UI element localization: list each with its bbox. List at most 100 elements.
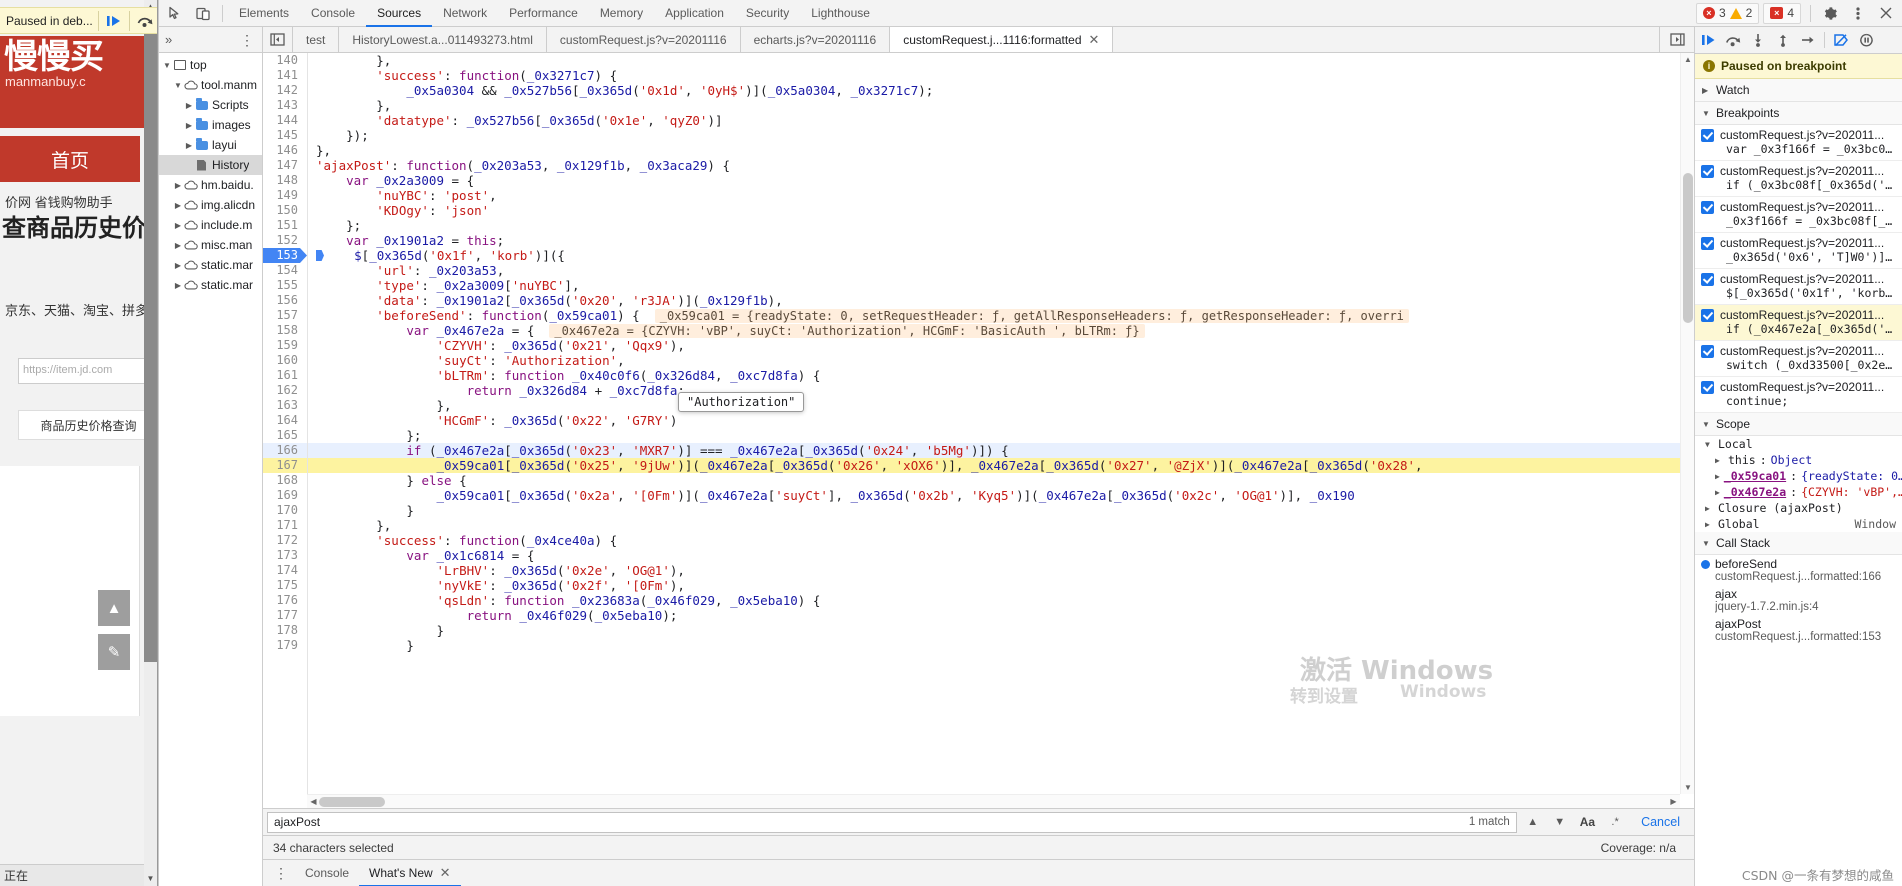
resume-script-icon[interactable] xyxy=(104,11,124,31)
code-line[interactable]: 178 } xyxy=(263,623,1680,638)
code-line[interactable]: 162 return _0x326d84 + _0xc7d8fa; xyxy=(263,383,1680,398)
breakpoint-item[interactable]: customRequest.js?v=202011... if (_0x467e2… xyxy=(1695,305,1902,341)
code-line[interactable]: 175 'nyVkE': _0x365d('0x2f', '[0Fm'), xyxy=(263,578,1680,593)
tab-elements[interactable]: Elements xyxy=(228,0,300,27)
step-over-button[interactable] xyxy=(1721,28,1745,52)
code-line[interactable]: 179 } xyxy=(263,638,1680,653)
code-line[interactable]: 170 } xyxy=(263,503,1680,518)
close-icon[interactable] xyxy=(1872,1,1900,26)
line-number[interactable]: 152 xyxy=(263,233,307,248)
line-number[interactable]: 170 xyxy=(263,503,307,518)
price-history-query-button[interactable]: 商品历史价格查询 xyxy=(18,410,157,440)
code-line[interactable]: 152 var _0x1901a2 = this; xyxy=(263,233,1680,248)
chevron-right-icon[interactable]: ▶ xyxy=(173,201,183,210)
breakpoint-item[interactable]: customRequest.js?v=202011... var _0x3f166… xyxy=(1695,125,1902,161)
line-number[interactable]: 146 xyxy=(263,143,307,158)
breakpoint-item[interactable]: customRequest.js?v=202011... switch (_0xd… xyxy=(1695,341,1902,377)
breakpoint-checkbox[interactable] xyxy=(1701,344,1714,358)
tree-item-img-alicdn[interactable]: ▶ img.alicdn xyxy=(159,195,262,215)
code-line[interactable]: 146}, xyxy=(263,143,1680,158)
close-icon[interactable]: ✕ xyxy=(1089,32,1100,48)
line-number[interactable]: 144 xyxy=(263,113,307,128)
scope-variable[interactable]: ▶ _0x59ca01: {readyState: 0… xyxy=(1695,468,1902,484)
chevron-right-icon[interactable]: ▶ xyxy=(184,121,194,130)
nav-home-button[interactable]: 首页 xyxy=(0,136,140,182)
editor-horizontal-scrollbar[interactable]: ◀ ▶ xyxy=(307,794,1680,808)
breakpoint-item[interactable]: customRequest.js?v=202011... continue; xyxy=(1695,377,1902,413)
kebab-menu-icon[interactable] xyxy=(1844,1,1872,26)
code-line[interactable]: 160 'suyCt': 'Authorization', xyxy=(263,353,1680,368)
code-line[interactable]: 150 'KDOgy': 'json' xyxy=(263,203,1680,218)
code-line[interactable]: 169 _0x59ca01[_0x365d('0x2a', '[0Fm')](_… xyxy=(263,488,1680,503)
drawer-tab-console[interactable]: Console xyxy=(295,860,359,886)
kebab-menu-icon[interactable]: ⋮ xyxy=(235,33,259,47)
regex-icon[interactable]: .* xyxy=(1604,812,1626,833)
line-number[interactable]: 172 xyxy=(263,533,307,548)
line-number[interactable]: 171 xyxy=(263,518,307,533)
resume-script-button[interactable] xyxy=(1696,28,1720,52)
breakpoint-checkbox[interactable] xyxy=(1701,128,1714,142)
tab-security[interactable]: Security xyxy=(735,0,800,27)
code-line[interactable]: 143 }, xyxy=(263,98,1680,113)
line-number[interactable]: 142 xyxy=(263,83,307,98)
line-number[interactable]: 160 xyxy=(263,353,307,368)
line-number[interactable]: 150 xyxy=(263,203,307,218)
chevron-right-icon[interactable]: ▶ xyxy=(184,101,194,110)
code-line[interactable]: 159 'CZYVH': _0x365d('0x21', 'Qqx9'), xyxy=(263,338,1680,353)
device-toolbar-icon[interactable] xyxy=(189,1,217,26)
back-to-top-icon[interactable]: ▲ xyxy=(98,590,130,626)
line-number[interactable]: 173 xyxy=(263,548,307,563)
step-into-button[interactable] xyxy=(1746,28,1770,52)
line-number[interactable]: 177 xyxy=(263,608,307,623)
line-number[interactable]: 179 xyxy=(263,638,307,653)
line-number[interactable]: 166 xyxy=(263,443,307,458)
line-number[interactable]: 145 xyxy=(263,128,307,143)
line-number[interactable]: 156 xyxy=(263,293,307,308)
code-line[interactable]: 165 }; xyxy=(263,428,1680,443)
tab-console[interactable]: Console xyxy=(300,0,366,27)
code-line[interactable]: 140 }, xyxy=(263,53,1680,68)
issue-counters[interactable]: × 3 2 xyxy=(1695,2,1760,24)
chevron-right-icon[interactable]: ▶ xyxy=(173,181,183,190)
code-line[interactable]: 177 return _0x46f029(_0x5eba10); xyxy=(263,608,1680,623)
call-stack-frame[interactable]: ajax jquery-1.7.2.min.js:4 xyxy=(1695,585,1902,615)
file-tab-test[interactable]: test xyxy=(293,27,340,52)
line-number[interactable]: 140 xyxy=(263,53,307,68)
line-number[interactable]: 167 xyxy=(263,458,307,473)
code-line[interactable]: 161 'bLTRm': function _0x40c0f6(_0x326d8… xyxy=(263,368,1680,383)
line-number[interactable]: 154 xyxy=(263,263,307,278)
line-number[interactable]: 165 xyxy=(263,428,307,443)
collapse-sidebar-icon[interactable] xyxy=(263,27,293,52)
call-stack-frame[interactable]: beforeSend customRequest.j...formatted:16… xyxy=(1695,555,1902,585)
tab-network[interactable]: Network xyxy=(432,0,498,27)
editor-vertical-scrollbar[interactable]: ▲ ▼ xyxy=(1680,53,1694,794)
chevron-right-icon[interactable]: ▶ xyxy=(173,261,183,270)
drawer-tab-whats-new[interactable]: What's New ✕ xyxy=(359,860,461,886)
tree-item-hm-baidu-[interactable]: ▶ hm.baidu. xyxy=(159,175,262,195)
file-tab-customrequest-js[interactable]: customRequest.js?v=20201116 xyxy=(547,27,741,52)
inspect-cursor-icon[interactable] xyxy=(161,1,189,26)
line-number[interactable]: 163 xyxy=(263,398,307,413)
code-line[interactable]: 151 }; xyxy=(263,218,1680,233)
code-line[interactable]: 158 var _0x467e2a = { _0x467e2a = {CZYVH… xyxy=(263,323,1680,338)
close-icon[interactable]: ✕ xyxy=(440,865,451,881)
scope-group-local[interactable]: ▼ Local xyxy=(1695,436,1902,452)
tree-item-tool-manm[interactable]: ▼ tool.manm xyxy=(159,75,262,95)
breakpoint-checkbox[interactable] xyxy=(1701,236,1714,250)
code-line[interactable]: 174 'LrBHV': _0x365d('0x2e', 'OG@1'), xyxy=(263,563,1680,578)
tree-item-history[interactable]: History xyxy=(159,155,262,175)
breakpoint-item[interactable]: customRequest.js?v=202011... _0x365d('0x6… xyxy=(1695,233,1902,269)
code-line[interactable]: 148 var _0x2a3009 = { xyxy=(263,173,1680,188)
breakpoint-checkbox[interactable] xyxy=(1701,380,1714,394)
call-stack-frame[interactable]: ajaxPost customRequest.j...formatted:153 xyxy=(1695,615,1902,645)
scroll-up-arrow[interactable]: ▲ xyxy=(1681,53,1694,66)
tree-item-layui[interactable]: ▶ layui xyxy=(159,135,262,155)
breakpoint-checkbox[interactable] xyxy=(1701,164,1714,178)
pause-on-exceptions-button[interactable] xyxy=(1854,28,1878,52)
scope-section-header[interactable]: ▼ Scope xyxy=(1695,413,1902,436)
tree-item-static-mar[interactable]: ▶ static.mar xyxy=(159,255,262,275)
step-out-button[interactable] xyxy=(1771,28,1795,52)
gear-icon[interactable] xyxy=(1816,1,1844,26)
line-number[interactable]: 168 xyxy=(263,473,307,488)
line-number[interactable]: 143 xyxy=(263,98,307,113)
